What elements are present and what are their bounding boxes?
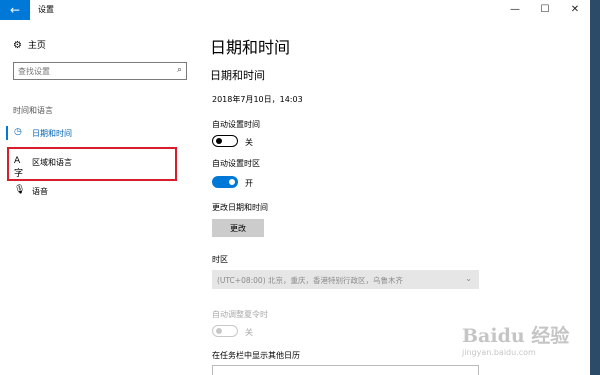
- toggle-knob: [229, 179, 235, 185]
- change-datetime-label: 更改日期和时间: [212, 203, 268, 212]
- watermark-logo: Baidu 经验: [462, 325, 570, 347]
- search-icon[interactable]: ⌕: [177, 65, 182, 75]
- back-button[interactable]: ←: [0, 0, 30, 20]
- section-title: 日期和时间: [210, 69, 265, 82]
- toggle-knob: [216, 328, 222, 334]
- title-bar: ← 设置 — ☐ ✕: [0, 0, 590, 20]
- close-button[interactable]: ✕: [560, 0, 590, 20]
- timezone-value: (UTC+08:00) 北京，重庆，香港特别行政区，乌鲁木齐: [217, 276, 404, 285]
- page-title: 日期和时间: [210, 38, 291, 57]
- window-title: 设置: [38, 5, 54, 14]
- minimize-button[interactable]: —: [500, 0, 530, 20]
- sidebar: ⚙ 主页 ⌕ 时间和语言 ◷ 日期和时间 A字 区域和语言 🎙 语音: [0, 20, 194, 375]
- microphone-icon: 🎙: [14, 185, 26, 195]
- selection-indicator: [6, 126, 8, 140]
- dst-label: 自动调整夏令时: [212, 310, 268, 319]
- calendar-clock-icon: ◷: [14, 127, 22, 137]
- calendar-label: 在任务栏中显示其他日历: [212, 351, 300, 360]
- home-label: 主页: [27, 41, 46, 51]
- change-button[interactable]: 更改: [212, 219, 264, 237]
- timezone-label: 时区: [212, 255, 228, 264]
- sidebar-item-speech[interactable]: 🎙 语音: [8, 178, 188, 204]
- chevron-down-icon: ⌄: [465, 274, 472, 283]
- auto-time-toggle[interactable]: [212, 135, 238, 147]
- calendar-select[interactable]: [212, 365, 479, 375]
- auto-timezone-label: 自动设置时区: [212, 159, 260, 168]
- section-label: 时间和语言: [13, 106, 53, 115]
- maximize-button[interactable]: ☐: [530, 0, 560, 20]
- home-link[interactable]: ⚙ 主页: [13, 38, 46, 51]
- desktop-background: [590, 0, 600, 375]
- dst-state: 关: [245, 328, 253, 337]
- sidebar-item-date-time[interactable]: ◷ 日期和时间: [6, 120, 188, 146]
- highlight-annotation: [7, 147, 177, 181]
- settings-window: ← 设置 — ☐ ✕ ⚙ 主页 ⌕ 时间和语言 ◷ 日期和时间 A字 区域和语言…: [0, 0, 590, 375]
- auto-timezone-toggle[interactable]: [212, 176, 238, 188]
- current-datetime: 2018年7月10日，14:03: [212, 95, 303, 104]
- sidebar-item-label: 日期和时间: [32, 129, 72, 138]
- watermark-url: jingyan.baidu.com: [462, 348, 536, 357]
- watermark: Baidu 经验 jingyan.baidu.com: [462, 321, 590, 365]
- sidebar-item-label: 语音: [32, 187, 48, 196]
- back-arrow-icon: ←: [9, 3, 21, 17]
- search-box[interactable]: ⌕: [13, 62, 187, 80]
- search-input[interactable]: [18, 65, 168, 77]
- dst-toggle[interactable]: [212, 325, 238, 337]
- auto-timezone-state: 开: [245, 179, 253, 188]
- timezone-select[interactable]: (UTC+08:00) 北京，重庆，香港特别行政区，乌鲁木齐 ⌄: [212, 270, 479, 289]
- auto-time-state: 关: [245, 138, 253, 147]
- auto-time-label: 自动设置时间: [212, 120, 260, 129]
- toggle-knob: [216, 138, 222, 144]
- gear-icon: ⚙: [13, 40, 22, 51]
